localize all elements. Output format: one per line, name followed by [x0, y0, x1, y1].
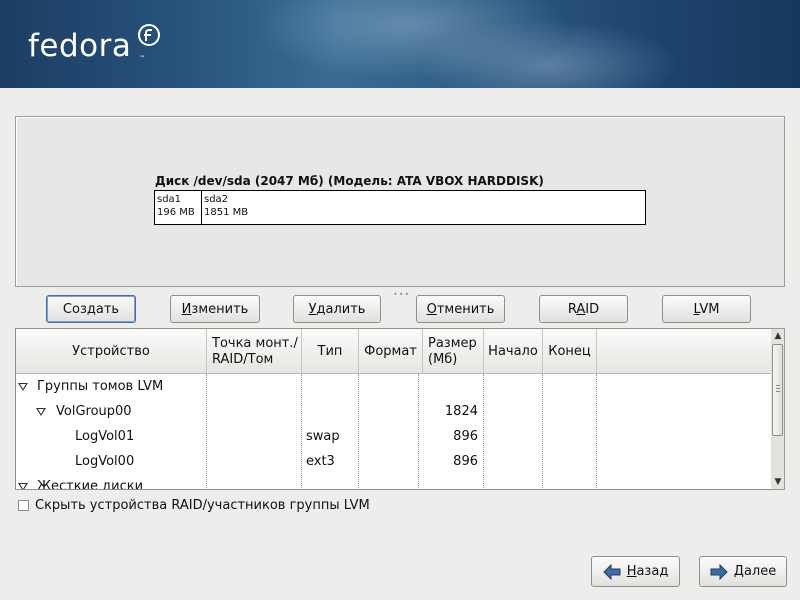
expander-expanded-icon[interactable] — [36, 408, 46, 416]
device-cell: VolGroup00 — [56, 404, 132, 419]
reset-button[interactable]: Отменить — [416, 295, 505, 323]
column-header-size-line1: Размер — [428, 335, 477, 351]
next-button[interactable]: Далее — [699, 556, 787, 587]
disk-partition-bar: sda1 196 MB sda2 1851 MB — [154, 190, 646, 225]
device-cell: Жесткие диски — [37, 479, 144, 490]
header-banner: fedora ™ — [0, 0, 800, 88]
table-row[interactable]: LogVol01 swap 896 — [16, 424, 772, 449]
next-button-label: Далее — [733, 564, 777, 579]
column-header-type[interactable]: Тип — [302, 329, 359, 374]
partition-name: sda1 — [157, 194, 182, 205]
create-button[interactable]: Создать — [46, 295, 136, 323]
disk-map-panel: Диск /dev/sda (2047 Мб) (Модель: ATA VBO… — [15, 116, 785, 287]
column-header-filler — [597, 329, 772, 374]
column-header-mount[interactable]: Точка монт./ RAID/Том — [207, 329, 302, 374]
table-row[interactable]: Группы томов LVM — [16, 374, 772, 399]
trademark-icon: ™ — [139, 55, 145, 62]
table-vertical-scrollbar[interactable]: ▲ ▼ — [771, 328, 785, 490]
fedora-logo-text: fedora — [28, 28, 132, 64]
delete-button-label: Удалить — [308, 301, 366, 317]
type-cell: ext3 — [306, 454, 335, 469]
size-cell — [420, 374, 478, 399]
lvm-button[interactable]: LVM — [662, 295, 751, 323]
expander-expanded-icon[interactable] — [18, 383, 28, 391]
scrollbar-thumb[interactable] — [772, 344, 783, 436]
scroll-up-arrow-icon[interactable]: ▲ — [772, 330, 784, 342]
device-cell: LogVol00 — [75, 454, 135, 469]
hide-raid-label: Скрыть устройства RAID/участников группы… — [35, 498, 370, 513]
column-header-size-line2: (Мб) — [428, 351, 458, 367]
partition-block-sda2[interactable]: sda2 1851 MB — [202, 191, 645, 224]
type-cell: swap — [306, 429, 340, 444]
back-button-label: Назад — [626, 564, 669, 579]
edit-button[interactable]: Изменить — [170, 295, 260, 323]
size-cell: 1824 — [444, 404, 478, 419]
column-header-start[interactable]: Начало — [484, 329, 543, 374]
partition-name: sda2 — [204, 194, 229, 205]
hide-raid-checkbox[interactable] — [18, 500, 29, 511]
thumb-grip — [776, 388, 780, 389]
thumb-grip — [776, 391, 780, 392]
scroll-down-arrow-icon[interactable]: ▼ — [772, 476, 784, 488]
device-cell: Группы томов LVM — [37, 379, 164, 394]
table-row[interactable]: VolGroup00 1824 — [16, 399, 772, 424]
delete-button[interactable]: Удалить — [293, 295, 381, 323]
device-cell: LogVol01 — [75, 429, 135, 444]
partition-block-sda1[interactable]: sda1 196 MB — [155, 191, 202, 224]
raid-button-label: RAID — [567, 301, 600, 317]
column-header-end[interactable]: Конец — [543, 329, 597, 374]
arrow-right-icon — [710, 563, 728, 580]
disk-title: Диск /dev/sda (2047 Мб) (Модель: ATA VBO… — [155, 174, 544, 188]
thumb-grip — [776, 385, 780, 386]
column-header-mount-line2: RAID/Том — [212, 351, 274, 367]
partition-size: 196 MB — [157, 207, 195, 218]
reset-button-label: Отменить — [426, 301, 495, 317]
arrow-left-icon — [602, 563, 621, 580]
size-cell — [420, 474, 478, 489]
pane-resize-grip[interactable]: ••• — [393, 290, 410, 299]
edit-button-label: Изменить — [181, 301, 249, 317]
partition-tree-table[interactable]: Устройство Точка монт./ RAID/Том Тип Фор… — [15, 328, 785, 490]
table-row[interactable]: LogVol00 ext3 896 — [16, 449, 772, 474]
create-button-label: Создать — [62, 301, 120, 317]
expander-expanded-icon[interactable] — [18, 483, 28, 489]
size-cell: 896 — [453, 454, 478, 469]
column-header-mount-line1: Точка монт./ — [212, 335, 298, 351]
fedora-logo-icon — [138, 24, 160, 46]
back-button[interactable]: Назад — [591, 556, 680, 587]
table-row[interactable]: Жесткие диски — [16, 474, 772, 490]
column-header-size[interactable]: Размер (Мб) — [423, 329, 484, 374]
column-header-format[interactable]: Формат — [359, 329, 423, 374]
hide-raid-option[interactable]: Скрыть устройства RAID/участников группы… — [18, 498, 370, 513]
raid-button[interactable]: RAID — [539, 295, 628, 323]
partition-size: 1851 MB — [204, 207, 249, 218]
column-header-device[interactable]: Устройство — [16, 329, 207, 374]
lvm-button-label: LVM — [693, 301, 720, 317]
size-cell: 896 — [453, 429, 478, 444]
table-header: Устройство Точка монт./ RAID/Том Тип Фор… — [16, 329, 772, 374]
table-body: Группы томов LVM VolGroup00 1824 LogVol0… — [16, 374, 772, 490]
